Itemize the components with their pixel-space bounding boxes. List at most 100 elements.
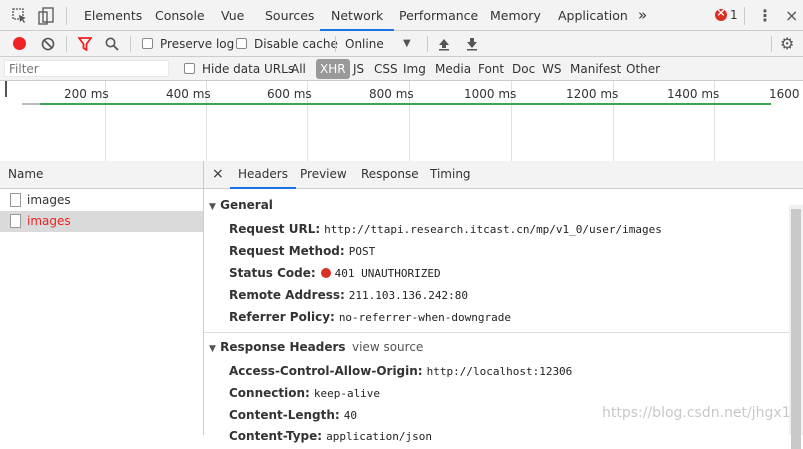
watermark-text: https://blog.csdn.net/jhgx11	[602, 405, 800, 421]
header-key: Access-Control-Allow-Origin:	[229, 364, 423, 378]
close-devtools-icon[interactable]: ×	[785, 0, 798, 31]
request-detail-panel: × Headers Preview Response Timing ▼ Gene…	[204, 161, 803, 449]
requests-list: Name images images	[0, 161, 204, 435]
filter-type-font[interactable]: Font	[478, 57, 504, 81]
chevron-down-icon[interactable]: ▼	[403, 31, 411, 57]
record-icon[interactable]	[13, 37, 26, 50]
timeline-tick-label: 400 ms	[166, 87, 211, 101]
settings-gear-icon[interactable]: ⚙	[780, 32, 794, 56]
tab-preview[interactable]: Preview	[300, 161, 347, 188]
response-headers-title: Response Headers	[220, 340, 346, 354]
error-count[interactable]: 1	[730, 0, 738, 31]
clear-icon[interactable]	[41, 37, 55, 51]
tab-performance[interactable]: Performance	[399, 0, 478, 31]
header-key: Remote Address:	[229, 288, 345, 302]
timeline-tick-label: 1400 ms	[667, 87, 720, 101]
header-row: Connection: keep-alive	[229, 386, 380, 400]
tab-headers[interactable]: Headers	[230, 161, 296, 189]
kebab-menu-icon[interactable]: ⋮	[757, 0, 773, 31]
header-value: 40	[343, 409, 357, 422]
header-key: Content-Type:	[229, 429, 323, 443]
filter-type-js[interactable]: JS	[353, 57, 364, 81]
tab-elements[interactable]: Elements	[84, 0, 142, 31]
timeline-start-marker	[5, 81, 7, 97]
filter-type-manifest[interactable]: Manifest	[570, 57, 621, 81]
filter-type-xhr[interactable]: XHR	[316, 59, 350, 79]
general-section-header[interactable]: ▼ General	[209, 198, 273, 212]
timeline-tick-label: 800 ms	[369, 87, 414, 101]
device-toolbar-icon[interactable]	[38, 7, 54, 25]
header-row: Status Code: 401 UNAUTHORIZED	[229, 266, 441, 280]
header-row: Content-Length: 40	[229, 408, 357, 422]
file-icon	[10, 193, 21, 207]
request-row-selected[interactable]: images	[0, 211, 203, 232]
preserve-log-label[interactable]: Preserve log	[160, 31, 234, 57]
devtools-tabbar: Elements Console Vue Sources Network Per…	[0, 0, 803, 31]
disable-cache-label[interactable]: Disable cache	[254, 31, 338, 57]
network-toolbar: Preserve log Disable cache Online ▼ ⚙	[0, 31, 803, 57]
header-row: Request URL: http://ttapi.research.itcast…	[229, 222, 662, 236]
filter-type-media[interactable]: Media	[435, 57, 471, 81]
hide-data-urls-label[interactable]: Hide data URLs	[202, 57, 294, 81]
disable-cache-checkbox[interactable]	[236, 38, 247, 49]
divider	[66, 36, 67, 52]
header-value: keep-alive	[313, 387, 381, 400]
tab-application[interactable]: Application	[558, 0, 628, 31]
header-row: Content-Type: application/json	[229, 429, 432, 443]
timeline-tick-label: 200 ms	[64, 87, 109, 101]
timeline-tick-label: 1200 ms	[566, 87, 619, 101]
tab-sources[interactable]: Sources	[265, 0, 314, 31]
status-error-dot-icon	[320, 268, 331, 278]
inspect-element-icon[interactable]	[12, 8, 28, 24]
divider	[744, 7, 745, 25]
timeline-overview[interactable]: 200 ms 400 ms 600 ms 800 ms 1000 ms 1200…	[0, 81, 803, 162]
header-key: Request Method:	[229, 244, 345, 258]
detail-tabs: × Headers Preview Response Timing	[204, 161, 803, 189]
filter-input[interactable]	[4, 60, 169, 77]
general-section-title: General	[220, 198, 273, 212]
filter-type-img[interactable]: Img	[403, 57, 426, 81]
more-tabs-button[interactable]: »	[638, 0, 647, 31]
triangle-down-icon: ▼	[209, 344, 216, 354]
header-row: Access-Control-Allow-Origin: http://local…	[229, 364, 572, 378]
header-value: application/json	[326, 430, 433, 443]
request-row[interactable]: images	[0, 190, 203, 211]
filter-type-all[interactable]: All	[291, 57, 306, 81]
header-value: http://ttapi.research.itcast.cn/mp/v1_0/…	[324, 223, 662, 236]
filter-type-css[interactable]: CSS	[374, 57, 398, 81]
filter-icon[interactable]	[78, 37, 92, 51]
filter-type-other[interactable]: Other	[626, 57, 660, 81]
search-icon[interactable]	[105, 37, 119, 51]
request-name: images	[27, 193, 71, 207]
hide-data-urls-checkbox[interactable]	[184, 63, 195, 74]
header-key: Referrer Policy:	[229, 310, 335, 324]
file-icon	[10, 214, 21, 228]
tab-vue[interactable]: Vue	[221, 0, 244, 31]
header-key: Status Code:	[229, 266, 316, 280]
preserve-log-checkbox[interactable]	[142, 38, 153, 49]
throttle-select[interactable]: Online	[345, 31, 384, 57]
tab-timing[interactable]: Timing	[430, 161, 471, 188]
header-value: POST	[348, 245, 376, 258]
name-column-header[interactable]: Name	[0, 161, 203, 189]
tab-response[interactable]: Response	[361, 161, 419, 188]
export-har-icon[interactable]	[465, 37, 479, 51]
header-value: http://localhost:12306	[426, 365, 573, 378]
close-detail-button[interactable]: ×	[212, 161, 224, 188]
response-headers-section-header[interactable]: ▼ Response Headers	[209, 340, 346, 354]
error-icon[interactable]: ×	[715, 6, 727, 21]
filter-bar: Hide data URLs All XHR JS CSS Img Media …	[0, 57, 803, 81]
import-har-icon[interactable]	[437, 37, 451, 51]
request-name: images	[27, 214, 71, 228]
view-source-link[interactable]: view source	[352, 340, 423, 354]
timeline-tick-label: 1000 ms	[464, 87, 517, 101]
header-key: Request URL:	[229, 222, 321, 236]
tab-network[interactable]: Network	[320, 0, 395, 31]
filter-type-ws[interactable]: WS	[542, 57, 561, 81]
tab-console[interactable]: Console	[155, 0, 205, 31]
header-value: 211.103.136.242:80	[348, 289, 469, 302]
filter-type-doc[interactable]: Doc	[512, 57, 535, 81]
tab-memory[interactable]: Memory	[490, 0, 541, 31]
divider	[130, 36, 131, 52]
divider	[335, 36, 336, 52]
